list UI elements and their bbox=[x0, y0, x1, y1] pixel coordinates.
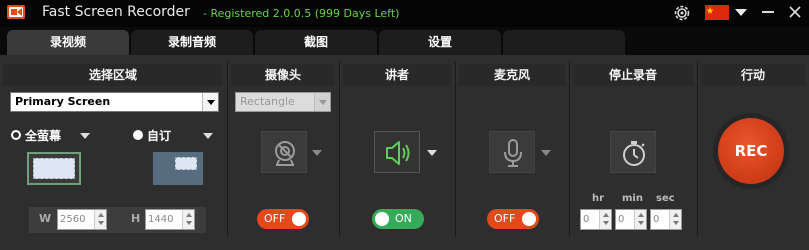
action-heading: 行动 bbox=[701, 64, 805, 86]
divider bbox=[227, 62, 228, 237]
toggle-knob bbox=[375, 212, 389, 226]
camera-toggle-label: OFF bbox=[264, 212, 286, 225]
stopwatch-icon bbox=[623, 141, 645, 166]
tab-record-audio[interactable]: 录制音频 bbox=[131, 30, 253, 55]
microphone-heading: 麦克风 bbox=[459, 64, 565, 86]
chevron-down-icon[interactable] bbox=[314, 93, 330, 111]
hours-stepper[interactable]: 0 bbox=[580, 209, 612, 230]
tab-record-video[interactable]: 录视频 bbox=[7, 30, 129, 55]
custom-area-button[interactable] bbox=[153, 152, 203, 185]
stop-recording-heading: 停止录音 bbox=[573, 64, 693, 86]
speaker-heading: 讲者 bbox=[343, 64, 451, 86]
minutes-stepper-arrows-icon[interactable] bbox=[634, 210, 646, 229]
app-logo-icon bbox=[7, 5, 25, 19]
language-flag-icon[interactable] bbox=[705, 5, 729, 20]
stop-timer-button[interactable] bbox=[610, 131, 656, 173]
close-icon[interactable] bbox=[787, 3, 803, 21]
width-stepper[interactable]: 2560 bbox=[57, 209, 107, 230]
width-value: 2560 bbox=[60, 214, 86, 225]
microphone-icon bbox=[504, 139, 522, 167]
toggle-knob bbox=[292, 212, 306, 226]
microphone-toggle-label: OFF bbox=[494, 212, 516, 225]
chevron-down-icon[interactable] bbox=[202, 93, 218, 111]
custom-radio[interactable] bbox=[133, 130, 143, 140]
area-heading: 选择区域 bbox=[3, 64, 223, 86]
camera-shape-value: Rectangle bbox=[240, 95, 295, 108]
width-stepper-arrows-icon[interactable] bbox=[94, 210, 106, 229]
toggle-knob bbox=[522, 212, 536, 226]
settings-gear-icon[interactable] bbox=[672, 3, 692, 23]
tab-empty bbox=[503, 30, 625, 55]
tab-settings[interactable]: 设置 bbox=[379, 30, 501, 55]
width-label: W bbox=[39, 212, 52, 225]
divider bbox=[339, 62, 340, 237]
seconds-label: sec bbox=[656, 193, 675, 204]
microphone-dropdown-icon[interactable] bbox=[541, 150, 551, 156]
tab-screenshot[interactable]: 截图 bbox=[255, 30, 377, 55]
minutes-label: min bbox=[622, 193, 643, 204]
minutes-value: 0 bbox=[618, 214, 625, 225]
webcam-dropdown-icon[interactable] bbox=[312, 150, 322, 156]
height-stepper-arrows-icon[interactable] bbox=[182, 210, 194, 229]
rec-button[interactable]: REC bbox=[718, 118, 784, 184]
divider bbox=[697, 62, 698, 237]
camera-heading: 摄像头 bbox=[231, 64, 335, 86]
microphone-toggle[interactable]: OFF bbox=[487, 209, 539, 229]
seconds-value: 0 bbox=[653, 214, 660, 225]
height-stepper[interactable]: 1440 bbox=[145, 209, 195, 230]
title-bar: Fast Screen Recorder - Registered 2.0.0.… bbox=[0, 0, 809, 27]
height-label: H bbox=[131, 212, 141, 225]
custom-area-icon bbox=[175, 157, 197, 170]
full-screen-area-icon bbox=[33, 158, 75, 179]
custom-dropdown-icon[interactable] bbox=[203, 133, 213, 139]
webcam-button[interactable] bbox=[261, 131, 307, 173]
speaker-icon bbox=[386, 141, 410, 165]
webcam-icon bbox=[275, 141, 295, 166]
screen-select[interactable]: Primary Screen bbox=[10, 92, 219, 112]
height-value: 1440 bbox=[148, 214, 174, 225]
full-screen-area-button[interactable] bbox=[27, 152, 81, 185]
minutes-stepper[interactable]: 0 bbox=[615, 209, 647, 230]
custom-label[interactable]: 自订 bbox=[147, 127, 171, 144]
app-title: Fast Screen Recorder bbox=[42, 4, 190, 20]
hours-value: 0 bbox=[583, 214, 590, 225]
camera-shape-select[interactable]: Rectangle bbox=[235, 92, 331, 112]
language-dropdown-icon[interactable] bbox=[734, 6, 748, 18]
full-screen-label[interactable]: 全萤幕 bbox=[25, 127, 61, 144]
camera-toggle[interactable]: OFF bbox=[257, 209, 309, 229]
tab-bar: 录视频 录制音频 截图 设置 bbox=[0, 27, 809, 55]
speaker-toggle-label: ON bbox=[395, 212, 412, 225]
seconds-stepper[interactable]: 0 bbox=[650, 209, 682, 230]
speaker-toggle[interactable]: ON bbox=[372, 209, 424, 229]
speaker-button[interactable] bbox=[374, 131, 420, 173]
full-screen-dropdown-icon[interactable] bbox=[80, 133, 90, 139]
registration-status: - Registered 2.0.0.5 (999 Days Left) bbox=[203, 7, 400, 20]
full-screen-radio[interactable] bbox=[11, 130, 21, 140]
divider bbox=[455, 62, 456, 237]
screen-select-value: Primary Screen bbox=[15, 95, 111, 108]
minimize-icon[interactable] bbox=[761, 3, 775, 21]
seconds-stepper-arrows-icon[interactable] bbox=[669, 210, 681, 229]
divider bbox=[569, 62, 570, 237]
hours-label: hr bbox=[592, 193, 605, 204]
speaker-dropdown-icon[interactable] bbox=[427, 150, 437, 156]
microphone-button[interactable] bbox=[489, 131, 535, 173]
hours-stepper-arrows-icon[interactable] bbox=[599, 210, 611, 229]
